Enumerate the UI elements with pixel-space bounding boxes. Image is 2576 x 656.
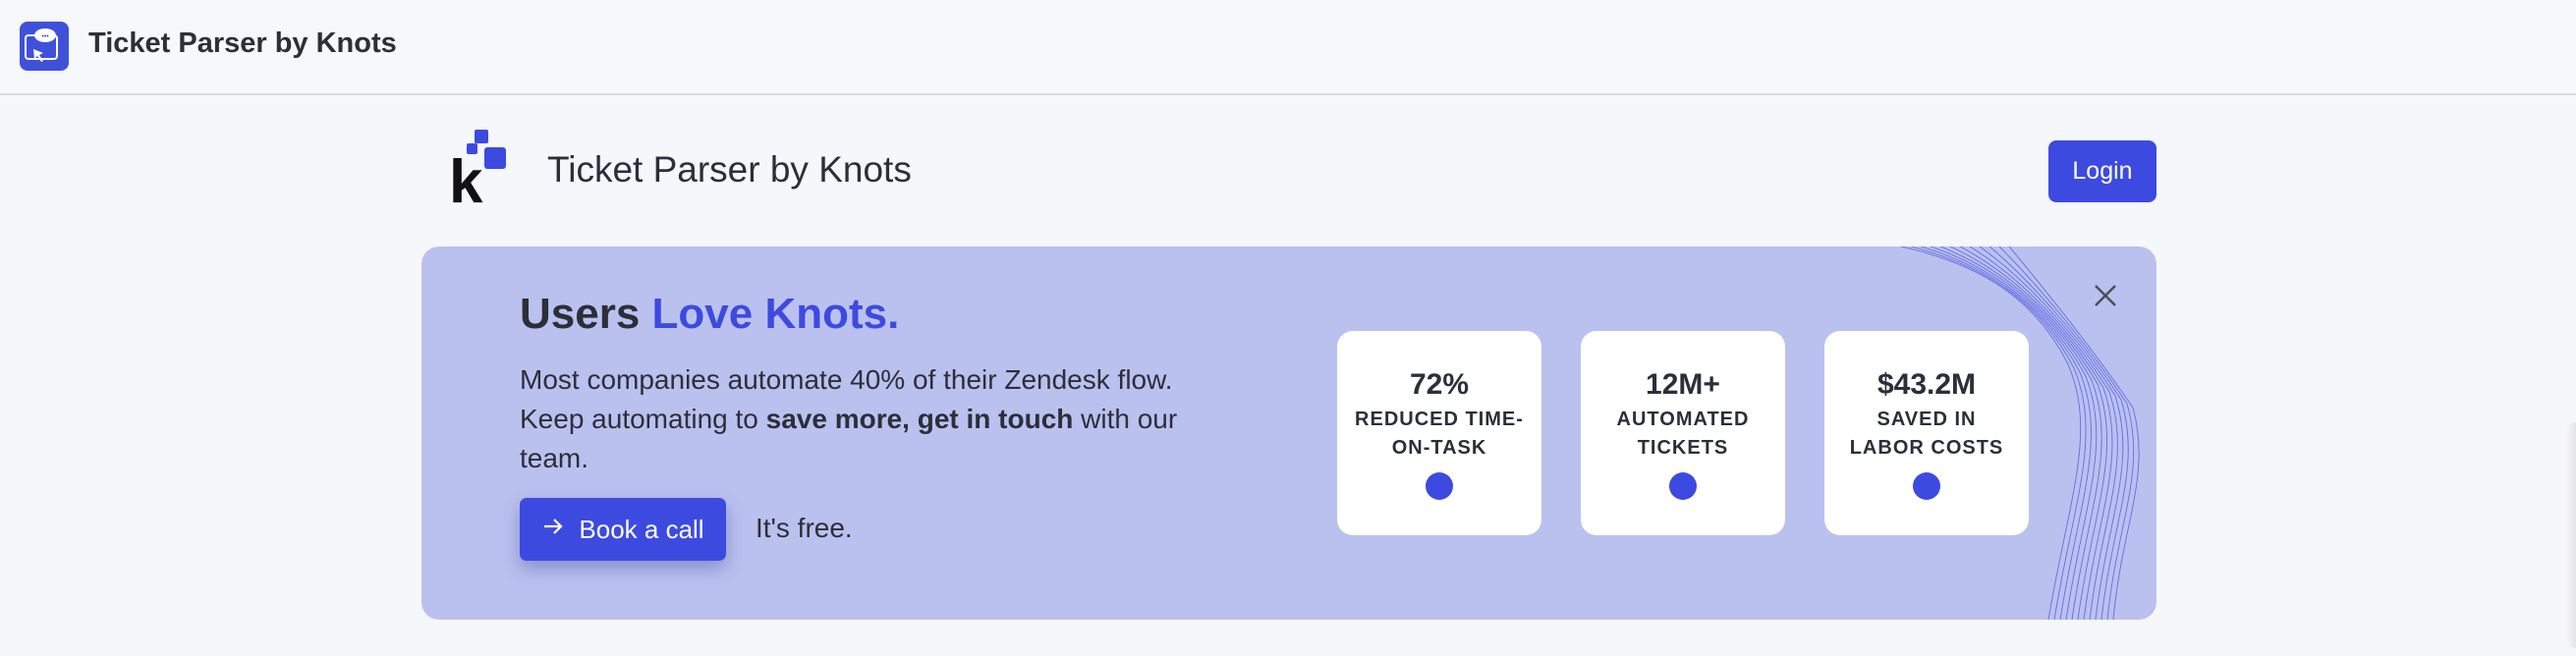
- book-call-button[interactable]: Book a call: [520, 498, 726, 561]
- knots-logo-icon: k: [447, 126, 526, 216]
- stat-value: $43.2M: [1876, 368, 1977, 401]
- stat-card-time: 72% Reduced time-on-task: [1337, 331, 1541, 535]
- stat-label: Reduced time-on-task: [1355, 409, 1524, 459]
- stat-dot-icon: [1669, 472, 1697, 500]
- stat-card-tickets: 12M+ Automated tickets: [1581, 331, 1785, 535]
- banner-headline: Users Love Knots.: [520, 290, 899, 339]
- stat-label: Saved in labor costs: [1849, 409, 2004, 459]
- login-button[interactable]: Login: [2048, 140, 2156, 202]
- free-text: It's free.: [756, 513, 853, 543]
- stat-label: Automated tickets: [1616, 409, 1750, 459]
- stat-value: 72%: [1409, 368, 1470, 401]
- app-title: Ticket Parser by Knots: [88, 27, 397, 59]
- app-icon[interactable]: •••: [20, 22, 69, 71]
- desc-line-3: team.: [520, 443, 589, 473]
- logo-letter: k: [449, 148, 483, 204]
- stat-dot-icon: [1426, 472, 1453, 500]
- desc-line-2-pre: Keep automating to: [520, 404, 766, 434]
- desc-line-2: Keep automating to save more, get in tou…: [520, 400, 1227, 439]
- stat-value: 12M+: [1646, 368, 1720, 401]
- desc-line-2-post: with our: [1073, 404, 1178, 434]
- banner-description: Most companies automate 40% of their Zen…: [520, 360, 1227, 478]
- book-call-label: Book a call: [579, 514, 704, 544]
- headline-accent: Love Knots.: [651, 290, 900, 338]
- brand-title: Ticket Parser by Knots: [547, 149, 912, 190]
- stat-card-costs: $43.2M Saved in labor costs: [1824, 331, 2029, 535]
- headline-text: Users: [520, 290, 652, 338]
- desc-line-2-bold: save more, get in touch: [765, 404, 1074, 434]
- edge-shadow: [2566, 422, 2576, 648]
- desc-line-1: Most companies automate 40% of their Zen…: [520, 364, 1173, 395]
- svg-text:•••: •••: [41, 33, 49, 40]
- close-icon[interactable]: [2091, 281, 2120, 310]
- arrow-right-icon: [541, 515, 565, 545]
- top-bar: ••• Ticket Parser by Knots: [0, 0, 2576, 95]
- stat-dot-icon: [1913, 472, 1940, 500]
